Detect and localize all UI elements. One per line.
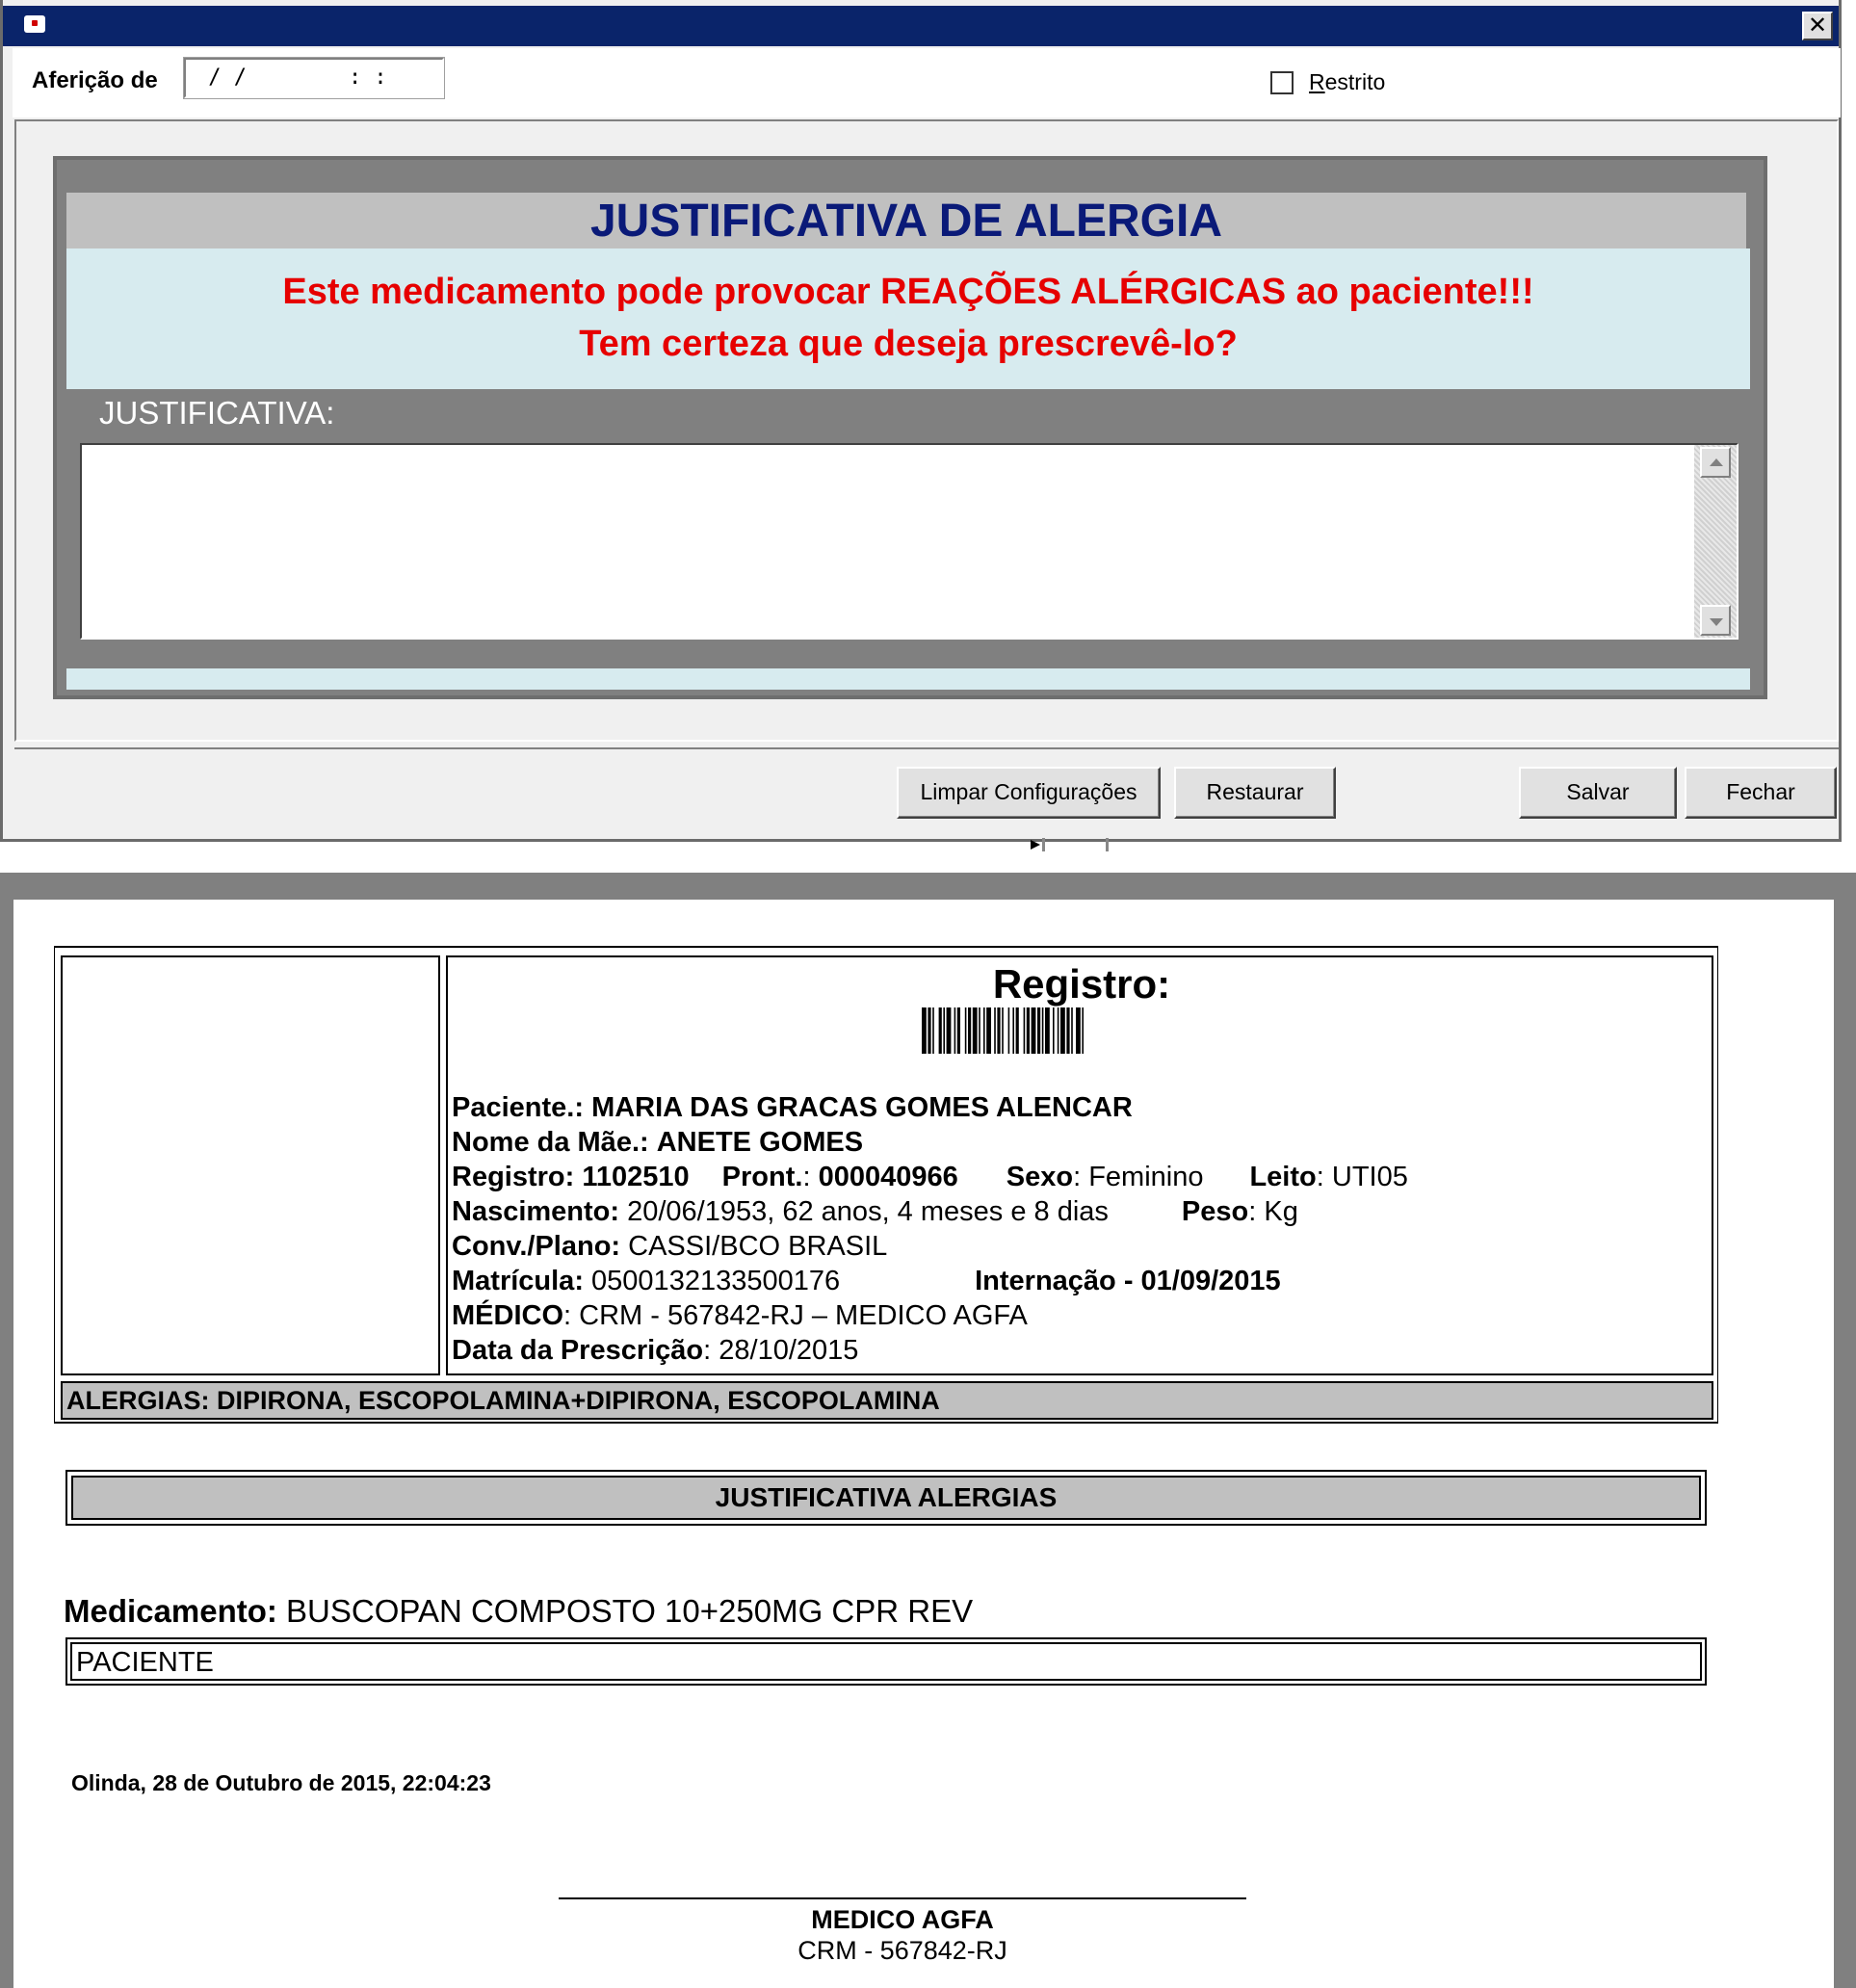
justificativa-value-box: PACIENTE [65,1637,1707,1686]
nascimento-row: Nascimento: 20/06/1953, 62 anos, 4 meses… [452,1196,1298,1227]
signature-name: MEDICO AGFA [811,1905,994,1934]
local-date: Olinda, 28 de Outubro de 2015, 22:04:23 [71,1770,491,1795]
window-gap [0,842,1856,873]
fechar-button[interactable]: Fechar [1685,767,1837,819]
alert-title: JUSTIFICATIVA DE ALERGIA [589,196,1222,247]
convenio-row: Conv./Plano: CASSI/BCO BRASIL [452,1231,888,1262]
top-toolbar: Aferição de / / : : Restrito [13,48,1841,118]
alert-bottom-strip [66,668,1750,690]
restaurar-button[interactable]: Restaurar [1174,767,1336,819]
scroll-down-arrow-icon[interactable] [1700,605,1731,636]
scroll-up-arrow-icon[interactable] [1700,447,1731,478]
patient-header: Registro: Paciente.: MARIA DAS GRACAS GO… [54,946,1718,1424]
afericao-label: Aferição de [32,67,158,93]
alert-title-bar: JUSTIFICATIVA DE ALERGIA [66,193,1746,248]
restrito-checkbox[interactable] [1270,71,1294,94]
report-page: Registro: Paciente.: MARIA DAS GRACAS GO… [13,900,1834,1988]
alergias-bar: ALERGIAS: DIPIRONA, ESCOPOLAMINA+DIPIRON… [61,1381,1713,1420]
afericao-datetime-input[interactable]: / / : : [183,57,445,99]
registro-title: Registro: [992,961,1171,1007]
salvar-button[interactable]: Salvar [1519,767,1677,819]
restrito-label[interactable]: Restrito [1309,69,1385,95]
alert-message-box: Este medicamento pode provocar REAÇÕES A… [66,248,1750,389]
close-button[interactable]: ✕ [1802,12,1833,40]
signature-line [559,1897,1246,1899]
medicamento-line: Medicamento: BUSCOPAN COMPOSTO 10+250MG … [64,1593,974,1629]
alert-message-line-1: Este medicamento pode provocar REAÇÕES A… [282,272,1534,312]
data-prescricao-row: Data da Prescrição: 28/10/2015 [452,1335,859,1366]
signature-crm: CRM - 567842-RJ [797,1936,1007,1965]
logo-cell [61,955,440,1375]
allergy-justification-dialog: ✕ Aferição de / / : : Restrito JUSTIFICA… [0,0,1842,842]
barcode-icon [922,1007,1084,1054]
app-icon [24,15,45,33]
main-panel: JUSTIFICATIVA DE ALERGIA Este medicament… [14,119,1839,742]
justificativa-textarea[interactable] [80,443,1738,640]
justificativa-label: JUSTIFICATIVA: [99,395,335,431]
limpar-configuracoes-button[interactable]: Limpar Configurações [897,767,1161,819]
paciente-row: Paciente.: MARIA DAS GRACAS GOMES ALENCA… [452,1092,1133,1123]
matricula-row: Matrícula: 0500132133500176 Internação - … [452,1266,1281,1296]
justificativa-value: PACIENTE [70,1642,1702,1681]
mae-row: Nome da Mãe.: ANETE GOMES [452,1127,864,1158]
allergy-alert-frame: JUSTIFICATIVA DE ALERGIA Este medicament… [53,156,1767,699]
alert-message-line-2: Tem certeza que deseja prescrevê-lo? [579,324,1238,364]
title-bar[interactable]: ✕ [3,6,1839,46]
taskbar-marks [1031,838,1109,851]
button-bar: Limpar Configurações Restaurar Salvar Fe… [14,747,1839,832]
registro-row: Registro: 1102510 Pront.: 000040966 Sexo: … [452,1162,1408,1192]
justificativa-alergias-title: JUSTIFICATIVA ALERGIAS [71,1476,1701,1520]
patient-info-cell: Registro: Paciente.: MARIA DAS GRACAS GO… [446,955,1713,1375]
medico-row: MÉDICO: CRM - 567842-RJ – MEDICO AGFA [452,1300,1028,1331]
justificativa-alergias-header: JUSTIFICATIVA ALERGIAS [65,1470,1707,1526]
textarea-scrollbar[interactable] [1694,445,1737,638]
